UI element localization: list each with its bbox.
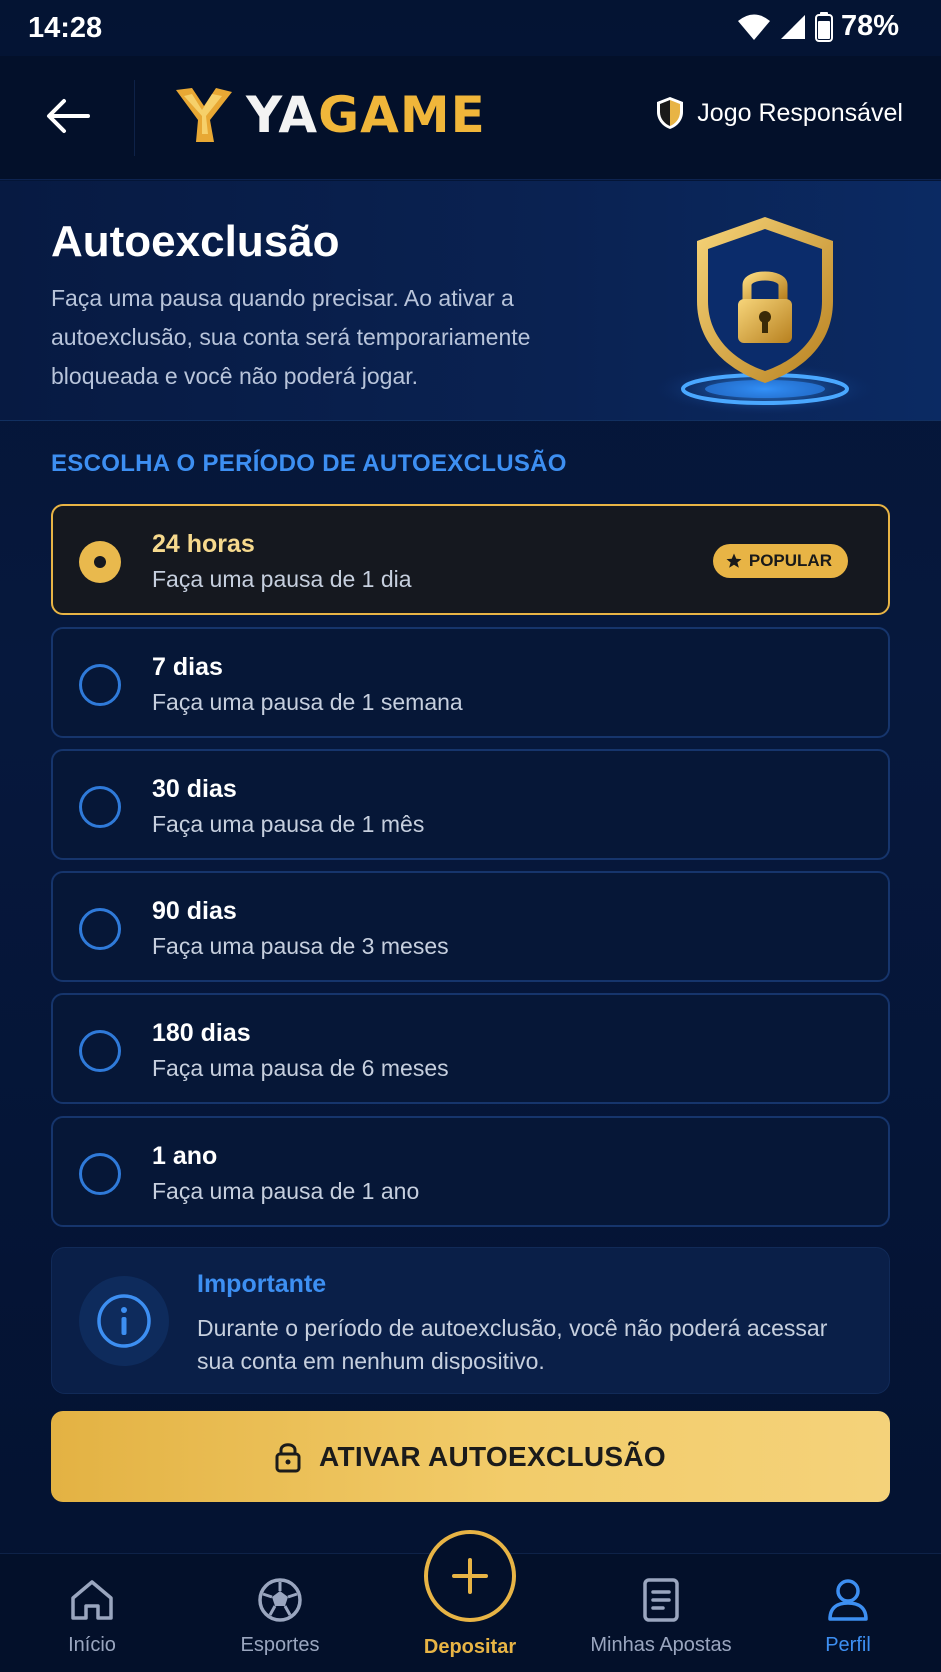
option-title: 1 ano <box>152 1142 218 1170</box>
brand-logo[interactable]: YAGAME <box>170 84 486 146</box>
wifi-icon <box>737 14 770 40</box>
nav-item-depositar[interactable]: Depositar <box>390 1530 550 1659</box>
info-icon <box>97 1294 151 1348</box>
option-title: 30 dias <box>152 775 237 803</box>
radio-button[interactable] <box>79 1153 121 1195</box>
nav-label: Depositar <box>423 1636 517 1658</box>
battery-icon <box>814 11 833 42</box>
nav-label: Esportes <box>240 1634 320 1656</box>
important-notice: Importante Durante o período de autoexcl… <box>51 1247 890 1394</box>
nav-item-minhas-apostas[interactable]: Minhas Apostas <box>581 1574 741 1657</box>
lock-icon <box>275 1442 301 1472</box>
section-label: ESCOLHA O PERÍODO DE AUTOEXCLUSÃO <box>51 450 567 477</box>
radio-button[interactable] <box>79 541 121 583</box>
nav-item-esportes[interactable]: Esportes <box>200 1574 360 1657</box>
option-subtitle: Faça uma pausa de 1 dia <box>152 566 412 592</box>
nav-item-perfil[interactable]: Perfil <box>768 1574 928 1657</box>
status-icons: 78% <box>737 10 899 43</box>
plus-icon <box>452 1558 488 1594</box>
shield-icon <box>657 97 684 129</box>
page-title: Autoexclusão <box>51 217 340 266</box>
status-bar: 14:28 78% <box>0 0 941 56</box>
star-icon <box>726 553 742 568</box>
option-subtitle: Faça uma pausa de 1 semana <box>152 689 463 715</box>
arrow-left-icon <box>47 99 90 133</box>
activate-button-label: ATIVAR AUTOEXCLUSÃO <box>319 1440 666 1472</box>
option-title: 90 dias <box>152 897 237 925</box>
popular-badge: POPULAR <box>712 544 848 578</box>
brand-name-part2: GAME <box>318 86 486 144</box>
option-1-year[interactable]: 1 ano Faça uma pausa de 1 ano <box>51 1116 890 1227</box>
shield-lock-illustration <box>655 217 875 415</box>
page-description: Faça uma pausa quando precisar. Ao ativa… <box>51 285 531 389</box>
radio-button[interactable] <box>79 908 121 950</box>
signal-icon <box>780 14 805 39</box>
soccer-ball-icon <box>258 1578 302 1622</box>
popular-badge-label: POPULAR <box>748 551 832 570</box>
home-icon <box>71 1580 113 1620</box>
deposit-button[interactable] <box>424 1530 516 1622</box>
brand-name-part1: YA <box>246 86 319 144</box>
option-title: 7 dias <box>152 653 223 681</box>
document-icon <box>643 1578 679 1622</box>
logo-mark-icon <box>176 88 232 142</box>
header-divider <box>134 80 135 156</box>
back-button[interactable] <box>38 86 98 146</box>
option-30-days[interactable]: 30 dias Faça uma pausa de 1 mês <box>51 749 890 860</box>
app-header: YAGAME Jogo Responsável <box>0 56 941 180</box>
option-subtitle: Faça uma pausa de 6 meses <box>152 1055 449 1081</box>
option-90-days[interactable]: 90 dias Faça uma pausa de 3 meses <box>51 871 890 982</box>
responsible-gaming-label: Jogo Responsável <box>697 98 903 127</box>
activate-self-exclusion-button[interactable]: ATIVAR AUTOEXCLUSÃO <box>51 1411 890 1502</box>
responsible-gaming-link[interactable]: Jogo Responsável <box>655 96 903 130</box>
option-24-hours[interactable]: 24 horas Faça uma pausa de 1 dia POPULAR <box>51 504 890 615</box>
radio-button[interactable] <box>79 1030 121 1072</box>
notice-title: Importante <box>197 1270 327 1298</box>
option-subtitle: Faça uma pausa de 3 meses <box>152 933 449 959</box>
radio-button[interactable] <box>79 664 121 706</box>
option-subtitle: Faça uma pausa de 1 mês <box>152 811 425 837</box>
option-subtitle: Faça uma pausa de 1 ano <box>152 1178 420 1204</box>
option-7-days[interactable]: 7 dias Faça uma pausa de 1 semana <box>51 627 890 738</box>
nav-label: Perfil <box>825 1634 871 1656</box>
nav-label: Início <box>68 1634 116 1656</box>
battery-level: 78% <box>840 10 899 42</box>
nav-label: Minhas Apostas <box>590 1634 732 1656</box>
radio-button[interactable] <box>79 786 121 828</box>
hero-banner: Autoexclusão Faça uma pausa quando preci… <box>0 181 941 421</box>
user-icon <box>828 1579 868 1621</box>
option-title: 180 dias <box>152 1019 251 1047</box>
option-180-days[interactable]: 180 dias Faça uma pausa de 6 meses <box>51 993 890 1104</box>
info-icon-container <box>79 1276 169 1366</box>
status-time: 14:28 <box>28 12 103 44</box>
option-title: 24 horas <box>152 530 255 558</box>
notice-text: Durante o período de autoexclusão, você … <box>197 1315 828 1374</box>
nav-item-inicio[interactable]: Início <box>12 1574 172 1657</box>
